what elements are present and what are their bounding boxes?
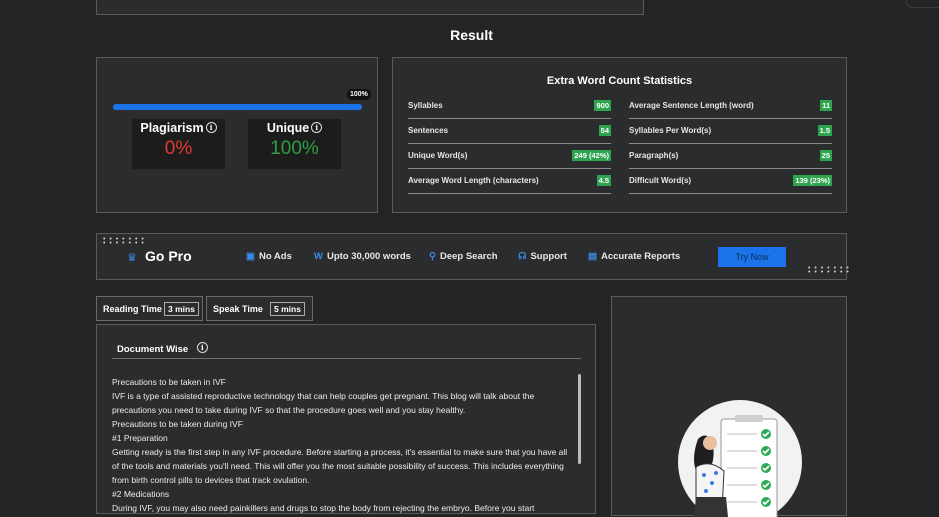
stat-value-badge: 139 (23%) bbox=[793, 175, 832, 186]
report-icon: ▤ bbox=[588, 251, 597, 262]
feature-word-limit: W Upto 30,000 words bbox=[314, 251, 411, 262]
feature-label: No Ads bbox=[258, 251, 292, 262]
speak-time: Speak Time 5 mins bbox=[206, 296, 313, 321]
feature-support: ☊ Support bbox=[518, 251, 567, 262]
stat-unique-words: Unique Word(s) 249 (42%) bbox=[408, 144, 611, 169]
top-panel bbox=[96, 0, 644, 15]
unique-card: Unique i 100% bbox=[248, 119, 341, 169]
stat-label: Syllables Per Word(s) bbox=[629, 126, 712, 135]
reading-time-value: 3 mins bbox=[164, 302, 199, 316]
stat-sentences: Sentences 54 bbox=[408, 119, 611, 144]
document-line: Precautions to be taken in IVF bbox=[112, 377, 226, 387]
feature-label: Deep Search bbox=[439, 251, 498, 262]
decorative-dots: • • • • • • • • • • • • • • bbox=[103, 236, 145, 247]
document-line: Precautions to be taken during IVF bbox=[112, 419, 243, 429]
go-pro-title: Go Pro bbox=[145, 248, 192, 264]
feature-no-ads: ▣ No Ads bbox=[246, 251, 292, 262]
feature-label: Upto 30,000 words bbox=[326, 251, 411, 262]
checklist-illustration bbox=[678, 400, 802, 517]
feature-label: Accurate Reports bbox=[600, 251, 681, 262]
word-count-statistics-panel: Extra Word Count Statistics Syllables 90… bbox=[392, 57, 847, 213]
progress-bar bbox=[113, 104, 362, 110]
stat-value-badge: 249 (42%) bbox=[572, 150, 611, 161]
illustration-panel bbox=[611, 296, 847, 517]
stat-value-badge: 900 bbox=[594, 100, 611, 111]
plagiarism-card: Plagiarism i 0% bbox=[132, 119, 225, 169]
document-line: #1 Preparation bbox=[112, 433, 168, 443]
stat-paragraphs: Paragraph(s) 25 bbox=[629, 144, 832, 169]
document-panel: Document Wise i Precautions to be taken … bbox=[96, 324, 596, 514]
search-icon: ⚲ bbox=[429, 251, 436, 262]
crown-icon: ♛ bbox=[127, 252, 137, 264]
stat-value-badge: 4.5 bbox=[596, 175, 611, 186]
w-icon: W bbox=[314, 251, 323, 262]
feature-accurate-reports: ▤ Accurate Reports bbox=[588, 251, 680, 262]
stat-average-word-length: Average Word Length (characters) 4.5 bbox=[408, 169, 611, 194]
stat-label: Difficult Word(s) bbox=[629, 176, 692, 185]
image-icon: ▣ bbox=[246, 251, 255, 262]
divider bbox=[112, 358, 581, 359]
scrollbar[interactable] bbox=[578, 374, 581, 464]
document-line: #2 Medications bbox=[112, 489, 170, 499]
progress-bar-fill bbox=[113, 104, 362, 110]
info-icon[interactable]: i bbox=[311, 122, 323, 133]
info-icon[interactable]: i bbox=[205, 122, 217, 133]
stat-label: Unique Word(s) bbox=[408, 151, 468, 160]
unique-label: Unique bbox=[266, 121, 310, 135]
headset-icon: ☊ bbox=[518, 251, 527, 262]
try-now-button[interactable]: Try Now bbox=[718, 247, 786, 267]
go-pro-banner: • • • • • • • • • • • • • • • • • • • • … bbox=[96, 233, 850, 280]
stat-label: Syllables bbox=[408, 101, 443, 110]
reading-time: Reading Time 3 mins bbox=[96, 296, 203, 321]
plagiarism-label: Plagiarism bbox=[140, 121, 204, 135]
stat-label: Paragraph(s) bbox=[629, 151, 679, 160]
info-icon[interactable]: i bbox=[196, 342, 208, 353]
stat-value-badge: 25 bbox=[819, 150, 832, 161]
document-line: Getting ready is the first step in any I… bbox=[112, 447, 568, 485]
speak-time-label: Speak Time bbox=[213, 304, 263, 314]
speak-time-value: 5 mins bbox=[270, 302, 305, 316]
corner-control[interactable] bbox=[906, 0, 939, 8]
stat-label: Sentences bbox=[408, 126, 449, 135]
document-text: Precautions to be taken in IVF IVF is a … bbox=[112, 375, 574, 515]
document-line: During IVF, you may also need painkiller… bbox=[112, 503, 535, 513]
stat-value-badge: 11 bbox=[820, 100, 832, 111]
reading-time-label: Reading Time bbox=[103, 304, 162, 314]
feature-deep-search: ⚲ Deep Search bbox=[429, 251, 498, 262]
unique-value: 100% bbox=[270, 138, 319, 159]
plagiarism-panel: 100% Plagiarism i 0% Unique i 100% bbox=[96, 57, 378, 213]
stat-syllables: Syllables 900 bbox=[408, 94, 611, 119]
stats-title: Extra Word Count Statistics bbox=[546, 75, 693, 87]
stat-syllables-per-word: Syllables Per Word(s) 1.5 bbox=[629, 119, 832, 144]
decorative-dots: • • • • • • • • • • • • • • bbox=[808, 265, 850, 276]
stat-value-badge: 1.5 bbox=[817, 125, 832, 136]
document-line: IVF is a type of assisted reproductive t… bbox=[112, 391, 535, 415]
feature-label: Support bbox=[530, 251, 567, 262]
stat-label: Average Sentence Length (word) bbox=[629, 101, 754, 110]
document-title-text: Document Wise bbox=[117, 344, 189, 355]
stat-value-badge: 54 bbox=[598, 125, 611, 136]
result-title: Result bbox=[450, 27, 493, 43]
stat-label: Average Word Length (characters) bbox=[408, 176, 539, 185]
stat-difficult-words: Difficult Word(s) 139 (23%) bbox=[629, 169, 832, 194]
stat-average-sentence-length: Average Sentence Length (word) 11 bbox=[629, 94, 832, 119]
plagiarism-value: 0% bbox=[164, 138, 193, 159]
document-title: Document Wise i bbox=[117, 342, 208, 355]
progress-percent-label: 100% bbox=[347, 89, 371, 100]
